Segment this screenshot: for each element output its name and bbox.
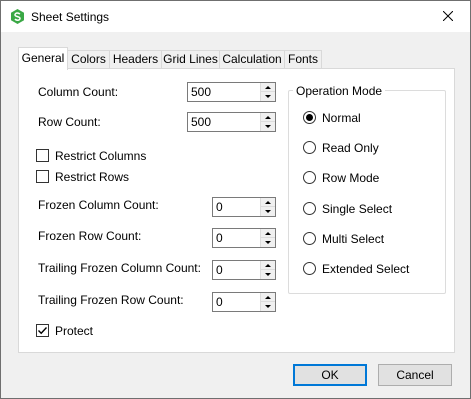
arrow-up-icon [265,263,271,267]
trailing-frozen-column-count-value[interactable]: 0 [216,263,223,277]
row-count-value[interactable]: 500 [191,115,211,129]
spin-up-button[interactable] [261,261,275,270]
spin-up-button[interactable] [261,229,275,238]
spin-down-button[interactable] [261,92,275,101]
close-icon [442,10,454,24]
arrow-down-icon [265,125,271,128]
spin-down-button[interactable] [261,238,275,247]
arrow-up-icon [265,115,271,119]
tab-colors[interactable]: Colors [67,50,110,69]
frozen-column-count-label: Frozen Column Count: [38,198,159,212]
spin-up-button[interactable] [261,198,275,207]
radio-normal[interactable] [303,111,316,124]
frozen-row-count-label: Frozen Row Count: [38,229,142,243]
trailing-frozen-column-count-spinner[interactable]: 0 [212,260,276,280]
arrow-up-icon [265,295,271,299]
arrow-down-icon [265,95,271,98]
arrow-up-icon [265,231,271,235]
sheet-settings-dialog: Sheet Settings General Colors Headers Gr… [0,0,471,399]
arrow-down-icon [265,210,271,213]
window-title: Sheet Settings [31,10,110,24]
arrow-down-icon [265,241,271,244]
cancel-button[interactable]: Cancel [378,364,452,386]
radio-single-select-label[interactable]: Single Select [322,202,392,216]
radio-read-only-label[interactable]: Read Only [322,141,379,155]
radio-normal-label[interactable]: Normal [322,111,361,125]
protect-checkbox[interactable] [36,324,49,337]
trailing-frozen-row-count-label: Trailing Frozen Row Count: [38,293,184,307]
spin-down-button[interactable] [261,122,275,131]
spin-down-button[interactable] [261,207,275,216]
restrict-columns-label[interactable]: Restrict Columns [55,149,146,163]
trailing-frozen-row-count-value[interactable]: 0 [216,295,223,309]
column-count-spinner[interactable]: 500 [187,82,276,102]
tab-fonts[interactable]: Fonts [284,50,322,69]
close-button[interactable] [426,1,470,32]
trailing-frozen-row-count-spinner[interactable]: 0 [212,292,276,312]
restrict-rows-checkbox[interactable] [36,170,49,183]
frozen-column-count-value[interactable]: 0 [216,200,223,214]
radio-row-mode-label[interactable]: Row Mode [322,171,379,185]
arrow-up-icon [265,200,271,204]
restrict-rows-label[interactable]: Restrict Rows [55,170,129,184]
spin-up-button[interactable] [261,293,275,302]
spread-app-icon [10,9,25,24]
radio-multi-select[interactable] [303,232,316,245]
ok-button[interactable]: OK [293,364,367,386]
radio-selected-dot [306,114,313,121]
tab-headers[interactable]: Headers [109,50,162,69]
column-count-label: Column Count: [38,85,119,99]
arrow-up-icon [265,85,271,89]
spin-down-button[interactable] [261,270,275,279]
frozen-row-count-value[interactable]: 0 [216,231,223,245]
tab-grid-lines[interactable]: Grid Lines [161,50,220,69]
spin-up-button[interactable] [261,83,275,92]
spin-up-button[interactable] [261,113,275,122]
row-count-spinner[interactable]: 500 [187,112,276,132]
radio-read-only[interactable] [303,141,316,154]
radio-single-select[interactable] [303,202,316,215]
protect-label[interactable]: Protect [55,324,93,338]
title-bar: Sheet Settings [1,1,470,32]
restrict-columns-checkbox[interactable] [36,149,49,162]
operation-mode-title: Operation Mode [293,84,386,98]
spin-down-button[interactable] [261,302,275,311]
frozen-column-count-spinner[interactable]: 0 [212,197,276,217]
radio-extended-select[interactable] [303,262,316,275]
frozen-row-count-spinner[interactable]: 0 [212,228,276,248]
arrow-down-icon [265,305,271,308]
radio-multi-select-label[interactable]: Multi Select [322,232,384,246]
trailing-frozen-column-count-label: Trailing Frozen Column Count: [38,261,201,275]
column-count-value[interactable]: 500 [191,85,211,99]
row-count-label: Row Count: [38,115,101,129]
arrow-down-icon [265,273,271,276]
radio-row-mode[interactable] [303,171,316,184]
tab-general[interactable]: General [18,47,68,70]
tab-calculation[interactable]: Calculation [219,50,285,69]
radio-extended-select-label[interactable]: Extended Select [322,262,409,276]
checkmark-icon [38,327,48,335]
